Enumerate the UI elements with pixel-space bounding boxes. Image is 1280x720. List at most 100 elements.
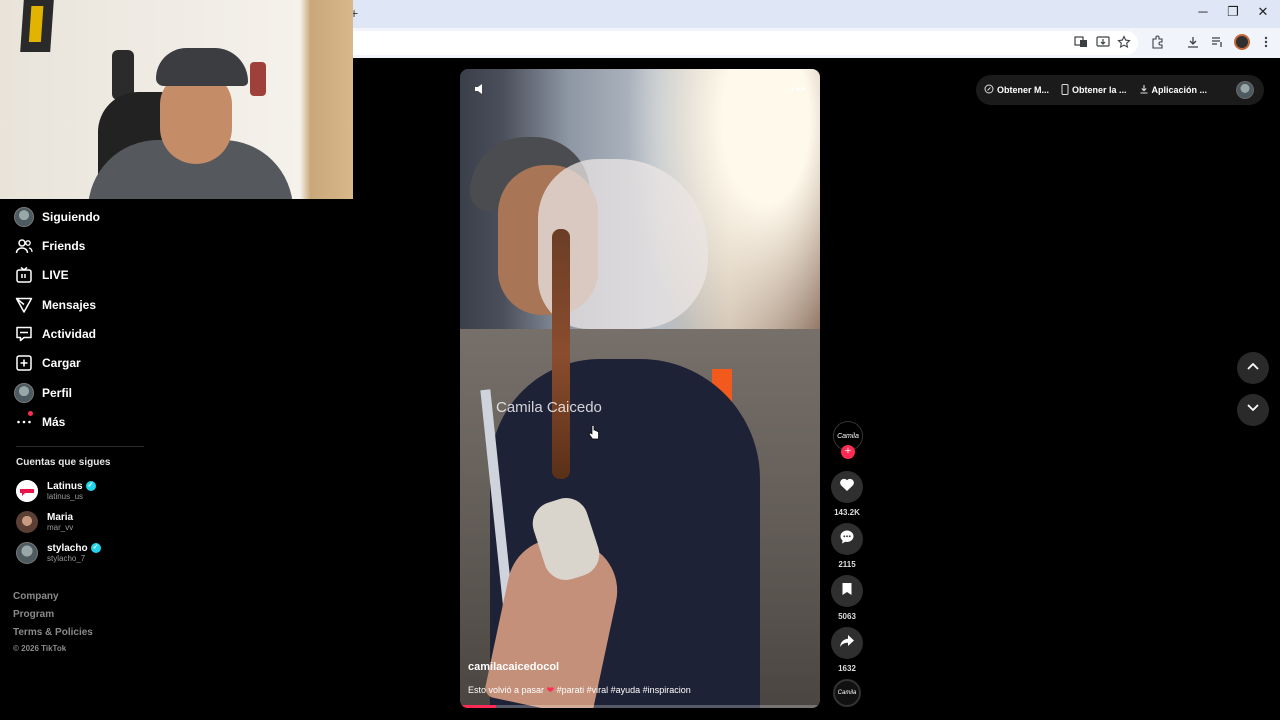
- account-item-latinus[interactable]: Latinus ✓ latinus_us: [16, 479, 96, 503]
- footer-link-terms[interactable]: Terms & Policies: [13, 627, 93, 638]
- avatar: [14, 207, 34, 227]
- account-handle: stylacho_7: [47, 553, 86, 563]
- activity-icon: [14, 324, 34, 344]
- extensions-icon[interactable]: [1150, 35, 1166, 51]
- nav-item-label: LIVE: [42, 268, 69, 282]
- nav-item-label: Más: [42, 415, 66, 429]
- upload-icon: [14, 353, 34, 373]
- sidebar-divider: [16, 446, 144, 447]
- account-item-maria[interactable]: Maria mar_vv: [16, 510, 73, 534]
- get-app-button[interactable]: Obtener la ...: [1061, 83, 1127, 97]
- more-options-icon[interactable]: [790, 79, 806, 97]
- footer-link-program[interactable]: Program: [13, 609, 54, 620]
- avatar: [16, 511, 38, 533]
- save-count: 5063: [838, 612, 856, 621]
- caption-text: Esto volvió a pasar: [468, 685, 545, 695]
- avatar: [16, 480, 38, 502]
- minimize-button[interactable]: ─: [1194, 4, 1212, 19]
- profile-avatar[interactable]: [1236, 81, 1254, 99]
- translate-icon[interactable]: [1073, 35, 1089, 51]
- heart-emoji: ❤: [546, 685, 555, 695]
- progress-bar[interactable]: [460, 705, 496, 708]
- progress-track[interactable]: [460, 705, 820, 708]
- nav-item-mas[interactable]: Más: [14, 411, 65, 433]
- nav-item-live[interactable]: LIVE: [14, 264, 69, 286]
- pill-label: Obtener la ...: [1072, 85, 1127, 95]
- video-scene-skewer: [552, 229, 570, 479]
- figurine: [250, 62, 266, 96]
- avatar: [16, 542, 38, 564]
- bookmark-star-icon[interactable]: [1116, 35, 1132, 51]
- account-item-stylacho[interactable]: stylacho ✓ stylacho_7: [16, 541, 101, 565]
- account-handle: latinus_us: [47, 491, 84, 501]
- nav-item-actividad[interactable]: Actividad: [14, 323, 96, 345]
- account-name: stylacho: [47, 542, 88, 554]
- comment-icon: [839, 529, 855, 550]
- follow-button[interactable]: +: [841, 445, 855, 459]
- next-video-button[interactable]: [1237, 394, 1269, 426]
- friends-icon: [14, 236, 34, 256]
- pill-label: Obtener M...: [997, 85, 1050, 95]
- avatar: [14, 383, 34, 403]
- following-section-title: Cuentas que sigues: [16, 457, 111, 468]
- top-actions-bar: Obtener M... Obtener la ... Aplicación .…: [976, 75, 1264, 105]
- live-icon: [14, 265, 34, 285]
- notification-dot: [28, 411, 33, 416]
- nav-item-cargar[interactable]: Cargar: [14, 352, 81, 374]
- download-icon[interactable]: [1185, 35, 1201, 51]
- mute-icon[interactable]: [474, 82, 488, 99]
- heart-icon: [839, 477, 855, 497]
- nav-item-mensajes[interactable]: Mensajes: [14, 294, 96, 316]
- streamer-cap: [156, 48, 248, 86]
- messages-icon: [14, 295, 34, 315]
- install-app-icon[interactable]: [1095, 35, 1111, 51]
- caption-hashtags[interactable]: #parati #viral #ayuda #inspiracion: [557, 685, 691, 695]
- desktop-app-button[interactable]: Aplicación ...: [1139, 84, 1208, 96]
- pointer-cursor-icon: [588, 424, 600, 444]
- more-icon: [14, 411, 34, 432]
- share-button[interactable]: [831, 627, 863, 659]
- download-icon: [1139, 84, 1149, 96]
- account-name: Maria: [47, 511, 74, 523]
- save-button[interactable]: [831, 575, 863, 607]
- footer-link-company[interactable]: Company: [13, 591, 59, 602]
- restore-button[interactable]: ❐: [1224, 4, 1242, 20]
- webcam-overlay: [0, 0, 353, 199]
- video-player[interactable]: Camila Caicedo camilacaicedocol Esto vol…: [460, 69, 820, 708]
- pill-label: Aplicación ...: [1151, 85, 1208, 95]
- account-handle: mar_vv: [47, 522, 74, 532]
- account-name: Latinus: [47, 480, 83, 492]
- kebab-menu-icon[interactable]: [1258, 35, 1274, 51]
- share-count: 1632: [838, 664, 856, 673]
- video-caption: Esto volvió a pasar ❤ #parati #viral #ay…: [468, 685, 812, 696]
- video-watermark: Camila Caicedo: [496, 399, 602, 416]
- nav-item-perfil[interactable]: Perfil: [14, 382, 72, 404]
- verified-badge-icon: ✓: [85, 481, 96, 491]
- bookmark-icon: [841, 582, 853, 601]
- nav-item-label: Perfil: [42, 386, 73, 400]
- phone-icon: [1061, 83, 1069, 97]
- wall-art: [20, 0, 54, 52]
- previous-video-button[interactable]: [1237, 352, 1269, 384]
- nav-item-label: Actividad: [42, 327, 97, 341]
- coin-icon: [984, 84, 994, 96]
- nav-item-label: Cargar: [42, 356, 81, 370]
- nav-item-siguiendo[interactable]: Siguiendo: [14, 206, 100, 228]
- sound-disc[interactable]: Camila: [833, 679, 861, 707]
- video-author[interactable]: camilacaicedocol: [468, 661, 559, 673]
- media-control-icon[interactable]: [1209, 35, 1225, 51]
- copyright: © 2026 TikTok: [13, 644, 67, 653]
- comment-button[interactable]: [831, 523, 863, 555]
- get-coins-button[interactable]: Obtener M...: [984, 84, 1049, 96]
- like-button[interactable]: [831, 471, 863, 503]
- profile-avatar[interactable]: [1234, 34, 1250, 50]
- share-icon: [839, 634, 855, 653]
- close-window-button[interactable]: ✕: [1254, 4, 1272, 20]
- comment-count: 2115: [838, 560, 856, 569]
- nav-item-label: Siguiendo: [42, 210, 100, 224]
- nav-item-friends[interactable]: Friends: [14, 235, 85, 257]
- chevron-down-icon: [1246, 401, 1260, 420]
- verified-badge-icon: ✓: [90, 543, 101, 553]
- nav-item-label: Friends: [42, 239, 86, 253]
- chevron-up-icon: [1246, 359, 1260, 378]
